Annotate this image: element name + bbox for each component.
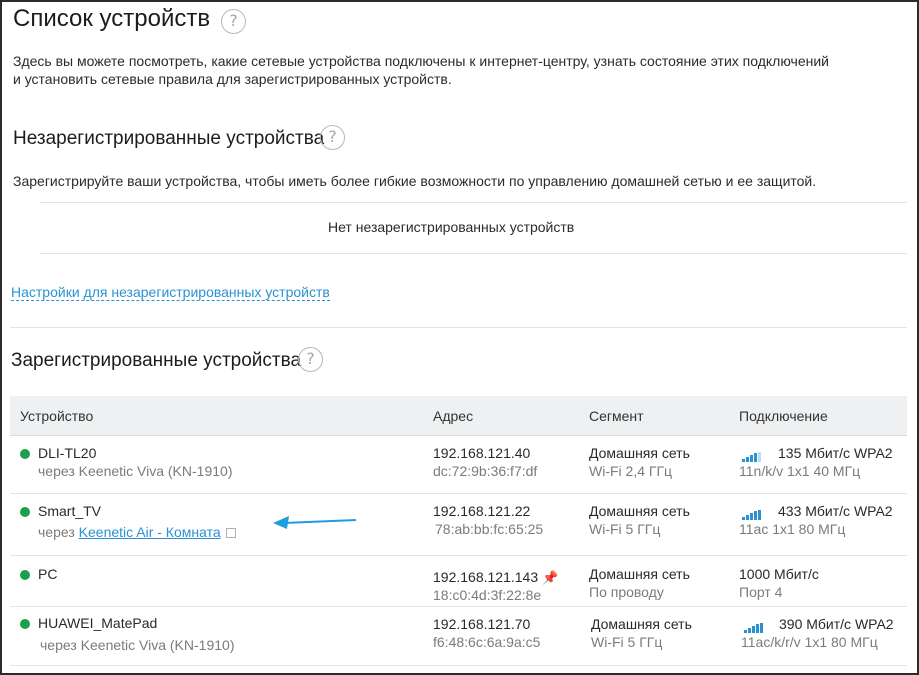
empty-state-text: Нет незарегистрированных устройств [328,219,575,235]
status-online-icon [20,619,30,629]
device-connection-sub: Порт 4 [739,584,783,600]
device-connection-sub: 11ac 1x1 80 МГц [739,521,846,537]
device-mac: 78:ab:bb:fc:65:25 [435,521,544,537]
device-connection-sub: 11n/k/v 1x1 40 МГц [739,463,861,479]
help-icon[interactable]: ? [298,347,323,372]
device-connection: 135 Мбит/с WPA2 [778,445,893,461]
device-via-link[interactable]: Keenetic Air - Комната [79,524,221,540]
device-ip: 192.168.121.143 [433,569,539,585]
device-ip: 192.168.121.22 [433,503,531,519]
device-via-prefix: через [38,524,75,540]
row-divider [10,493,907,494]
status-online-icon [20,449,30,459]
device-ip: 192.168.121.70 [433,616,531,632]
row-divider [10,555,907,556]
device-via: через Keenetic Viva (KN-1910) [40,637,235,653]
device-connection: 433 Мбит/с WPA2 [778,503,893,519]
divider [10,327,907,328]
device-name[interactable]: PC [38,566,57,582]
page-description-line1: Здесь вы можете посмотреть, какие сетевы… [13,53,829,69]
device-ip: 192.168.121.40 [433,445,531,461]
divider [40,253,907,254]
device-via: через Keenetic Viva (KN-1910) [38,463,233,479]
device-segment-sub: По проводу [589,584,664,600]
device-name[interactable]: Smart_TV [38,503,101,519]
help-icon[interactable]: ? [320,125,345,150]
column-header-segment[interactable]: Сегмент [589,408,644,424]
column-header-device[interactable]: Устройство [20,408,93,424]
status-online-icon [20,570,30,580]
page-title: Список устройств [13,5,211,32]
device-segment: Домашняя сеть [591,616,692,632]
help-icon[interactable]: ? [221,9,246,34]
device-segment: Домашняя сеть [589,503,690,519]
device-connection: 1000 Мбит/с [739,566,819,582]
device-segment-sub: Wi-Fi 5 ГГц [589,521,661,537]
column-header-address[interactable]: Адрес [433,408,473,424]
annotation-arrow-icon [273,516,357,529]
device-connection-sub: 11ac/k/r/v 1x1 80 МГц [741,634,878,650]
status-online-icon [20,507,30,517]
device-via: через Keenetic Air - Комната [38,524,236,540]
unregistered-section-title: Незарегистрированные устройства [13,128,325,149]
page-description-line2: и установить сетевые правила для зарегис… [13,71,452,87]
device-connection: 390 Мбит/с WPA2 [779,616,894,632]
pin-icon: 📌 [542,570,559,585]
device-segment-sub: Wi-Fi 2,4 ГГц [589,463,673,479]
row-divider [10,606,907,607]
device-segment: Домашняя сеть [589,445,690,461]
registered-section-title: Зарегистрированные устройства [11,350,302,371]
device-mac: dc:72:9b:36:f7:df [433,463,538,479]
device-ip-wrap: 192.168.121.143 📌 [433,569,558,586]
row-divider [10,665,907,666]
device-name[interactable]: DLI-TL20 [38,445,96,461]
device-segment: Домашняя сеть [589,566,690,582]
unregistered-description: Зарегистрируйте ваши устройства, чтобы и… [13,173,817,189]
unregistered-settings-link[interactable]: Настройки для незарегистрированных устро… [11,284,330,301]
device-mac: f6:48:6c:6a:9a:c5 [433,634,541,650]
external-link-icon[interactable] [225,528,236,538]
divider [40,202,907,203]
device-mac: 18:c0:4d:3f:22:8e [433,587,542,603]
device-segment-sub: Wi-Fi 5 ГГц [591,634,663,650]
device-name[interactable]: HUAWEI_MatePad [38,615,157,631]
column-header-connection[interactable]: Подключение [739,408,828,424]
